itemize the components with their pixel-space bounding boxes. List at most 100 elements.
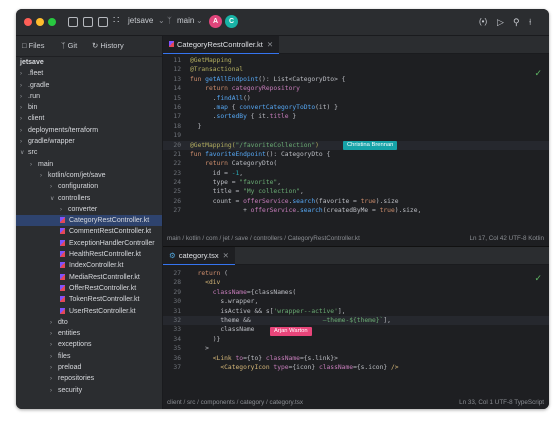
code-token: /> (390, 363, 399, 371)
minimize-window-button[interactable] (36, 18, 44, 26)
folder-item[interactable]: › .fleet (16, 68, 162, 79)
code-token: @GetMapping( (190, 141, 236, 149)
chevron-right-icon[interactable]: › (50, 386, 58, 397)
folder-item[interactable]: › repositories (16, 373, 162, 384)
folder-item[interactable]: jetsave (16, 57, 162, 68)
tab-history[interactable]: ↻ History (92, 41, 124, 50)
code-line: 27 + offerService.search(createdByMe = t… (163, 206, 549, 215)
folder-item[interactable]: ∨ controllers (16, 193, 162, 204)
folder-item[interactable]: › kotlin/com/jet/save (16, 170, 162, 181)
code-token: className (212, 288, 247, 296)
tree-item-label: HealthRestController.kt (69, 251, 141, 259)
tree-item-label: gradle/wrapper (28, 138, 75, 146)
folder-item[interactable]: › dto (16, 317, 162, 328)
bell-icon[interactable]: ⍿ (529, 16, 531, 28)
tab-git[interactable]: ᛉ Git (61, 41, 77, 50)
file-item[interactable]: IndexController.kt (16, 260, 162, 271)
file-item[interactable]: UserRestController.kt (16, 306, 162, 317)
tab-files[interactable]: □ Files (22, 41, 44, 50)
kotlin-file-icon (60, 296, 65, 303)
line-number: 12 (173, 66, 181, 74)
code-token: ], (383, 316, 391, 324)
folder-item[interactable]: › files (16, 351, 162, 362)
folder-item[interactable]: › bin (16, 102, 162, 113)
left-panel-icon[interactable] (68, 17, 78, 27)
folder-item[interactable]: › exceptions (16, 339, 162, 350)
folder-item[interactable]: › .run (16, 91, 162, 102)
folder-item[interactable]: › client (16, 113, 162, 124)
folder-item[interactable]: › security (16, 385, 162, 396)
code-token: search (299, 207, 323, 215)
folder-item[interactable]: ∨ src (16, 147, 162, 158)
code-area[interactable]: 27 return (28 <div 29 className={classNam… (163, 269, 549, 372)
code-token: true (360, 197, 376, 205)
folder-item[interactable]: › configuration (16, 181, 162, 192)
folder-item[interactable]: › .gradle (16, 80, 162, 91)
file-item[interactable]: ExceptionHandlerController (16, 238, 162, 249)
code-token: CategoryDto( (231, 160, 278, 168)
line-number: 30 (173, 298, 181, 306)
tree-item-label: entities (58, 330, 81, 338)
code-token: favoriteEndpoint (205, 150, 266, 158)
right-panel-icon[interactable] (98, 17, 108, 27)
run-icon[interactable]: ▷ (497, 16, 504, 28)
code-line: 22 return CategoryDto( (163, 159, 549, 168)
code-token: @Transactional (190, 66, 244, 74)
bottom-panel-icon[interactable] (83, 17, 93, 27)
branch-name[interactable]: main (177, 16, 194, 25)
close-icon[interactable]: ✕ (223, 251, 229, 260)
line-number: 27 (173, 207, 181, 215)
tab-category-rest-controller[interactable]: CategoryRestController.kt ✕ (163, 36, 280, 54)
code-line: 30 s.wrapper, (163, 297, 549, 306)
code-token: (): CategoryDto { (265, 150, 331, 158)
file-item[interactable]: MediaRestController.kt (16, 272, 162, 283)
code-area[interactable]: 11 @GetMapping 12 @Transactional 13 fun getAl… (163, 56, 549, 216)
code-line: 33 className (163, 325, 549, 334)
line-number: 27 (173, 270, 181, 277)
folder-item[interactable]: › deployments/terraform (16, 125, 162, 136)
code-line: 34 )} (163, 335, 549, 344)
line-number: 34 (173, 335, 181, 343)
branch-icon: ᛉ (61, 41, 66, 50)
tree-item-label: configuration (58, 183, 99, 191)
file-item[interactable]: CategoryRestController.kt (16, 215, 162, 227)
code-token: { (227, 103, 240, 111)
project-name[interactable]: jetsave (128, 16, 153, 25)
status-bar: main / kotlin / com / jet / save / contr… (163, 233, 549, 244)
folder-item[interactable]: › preload (16, 362, 162, 373)
code-token: —theme-${theme}` (254, 316, 384, 324)
file-tree: jetsave › .fleet › .gradle › .run › bin › client › d… (16, 57, 162, 396)
folder-item[interactable]: › converter (16, 204, 162, 215)
maximize-window-button[interactable] (48, 18, 56, 26)
folder-item[interactable]: › entities (16, 328, 162, 339)
grid-icon[interactable]: ∷ (113, 15, 119, 27)
kotlin-file-icon (60, 273, 65, 280)
file-item[interactable]: HealthRestController.kt (16, 249, 162, 260)
close-icon[interactable]: ✕ (267, 40, 273, 49)
file-item[interactable]: OfferRestController.kt (16, 283, 162, 294)
code-token: { it. (246, 113, 270, 121)
folder-item[interactable]: › gradle/wrapper (16, 136, 162, 147)
line-number: 13 (173, 75, 181, 83)
tab-label: category.tsx (178, 251, 219, 260)
folder-item[interactable]: › main (16, 159, 162, 170)
tab-category-tsx[interactable]: ⚙ category.tsx ✕ (163, 247, 235, 265)
file-item[interactable]: TokenRestController.kt (16, 294, 162, 305)
broadcast-icon[interactable]: (•) (479, 16, 487, 28)
close-window-button[interactable] (24, 18, 32, 26)
avatar[interactable]: C (225, 15, 238, 28)
code-token: ={icon} (288, 363, 319, 371)
code-token: )} (190, 335, 221, 343)
file-item[interactable]: CommentRestController.kt (16, 226, 162, 237)
avatar[interactable]: A (209, 15, 222, 28)
tab-label: CategoryRestController.kt (177, 40, 263, 49)
search-icon[interactable]: ⚲ (513, 16, 520, 28)
tree-item-label: controllers (58, 194, 91, 202)
code-token: type = (190, 179, 240, 187)
code-token: + (190, 207, 251, 215)
tab-files-label: Files (28, 41, 45, 50)
